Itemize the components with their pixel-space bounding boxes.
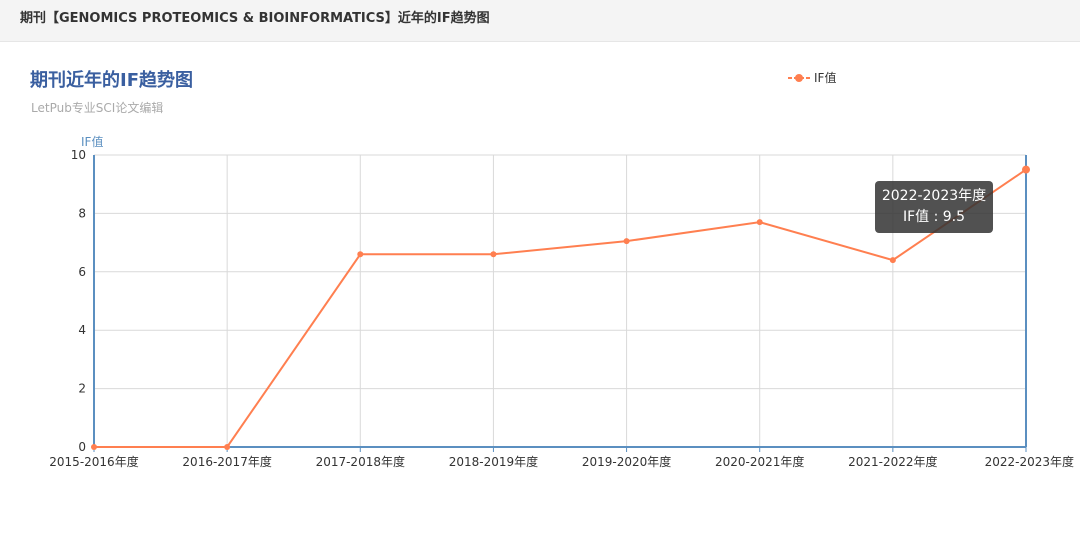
y-tick-label: 0 [78, 440, 86, 454]
y-tick-label: 4 [78, 323, 86, 337]
data-point [889, 257, 896, 264]
tooltip-category: 2022-2023年度 [881, 188, 987, 204]
x-tick-label: 2017-2018年度 [316, 454, 405, 469]
y-tick-label: 8 [78, 206, 86, 220]
x-tick-label: 2019-2020年度 [582, 454, 671, 469]
x-tick-label: 2020-2021年度 [715, 454, 804, 469]
y-tick-label: 6 [78, 265, 86, 279]
x-tick-label: 2022-2023年度 [985, 454, 1074, 469]
y-tick-label: 10 [71, 148, 86, 162]
data-point [623, 238, 630, 245]
x-tick-label: 2018-2019年度 [449, 454, 538, 469]
data-point [224, 444, 231, 450]
line-chart: 0 2 4 6 8 10 2015-2016年度 2016-2017年度 2017-2018年度… [49, 134, 1074, 469]
x-tick-label: 2021-2022年度 [848, 454, 937, 469]
x-tick-label: 2016-2017年度 [182, 454, 271, 469]
data-point [1022, 165, 1030, 174]
y-axis-label: IF值 [81, 134, 103, 149]
data-point [490, 251, 497, 258]
x-tick-label: 2015-2016年度 [49, 454, 138, 469]
data-point [756, 219, 763, 226]
data-point [357, 251, 364, 258]
data-point [91, 444, 97, 450]
y-tick-label: 2 [78, 382, 86, 396]
tooltip-value: IF值 : 9.5 [902, 209, 966, 225]
chart-tooltip: 2022-2023年度 IF值 : 9.5 [875, 181, 993, 233]
